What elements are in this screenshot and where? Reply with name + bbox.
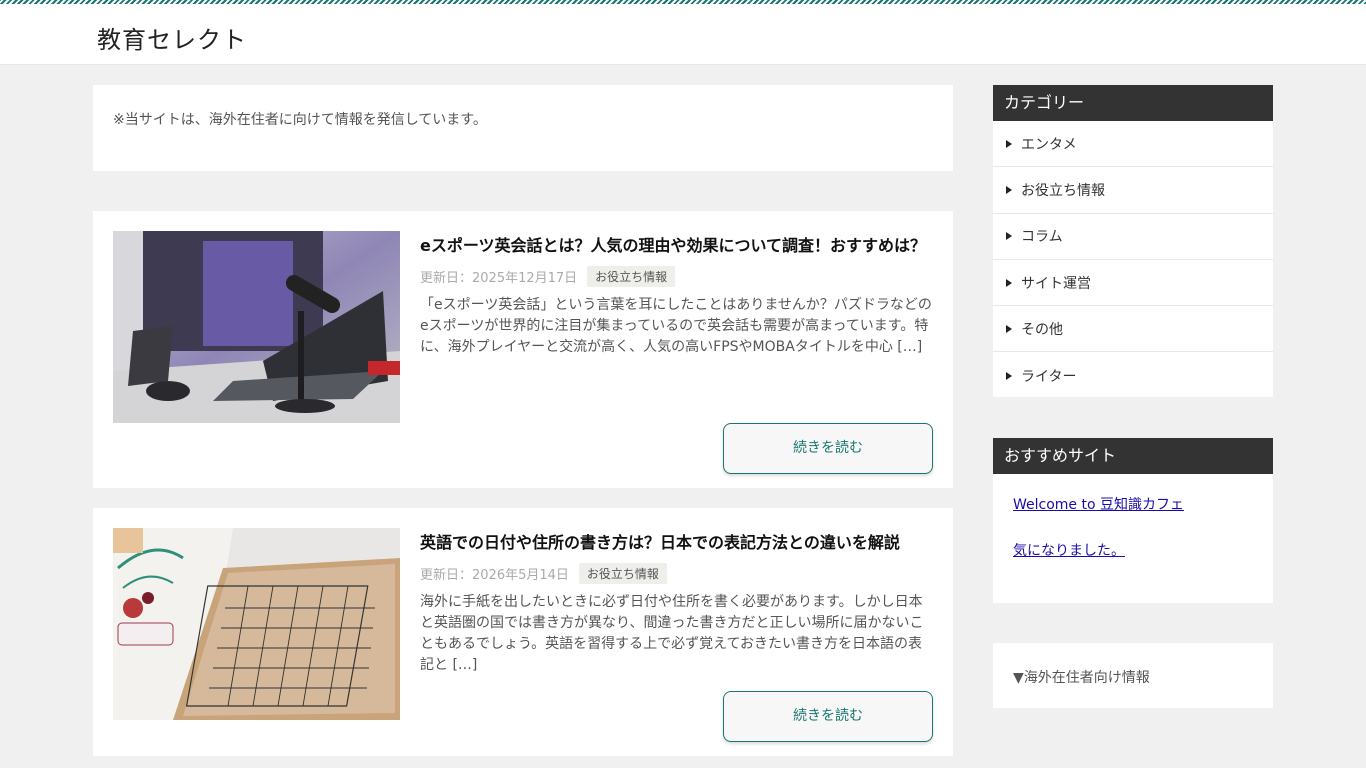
recommended-link-kininarimashita[interactable]: 気になりました。 [1013,540,1125,560]
notice-text: ※当サイトは、海外在住者に向けて情報を発信しています。 [113,112,487,128]
category-label: コラム [1021,229,1063,246]
category-item-writer[interactable]: ライター [993,352,1273,398]
category-label: サイト運営 [1021,275,1091,292]
site-title[interactable]: 教育セレクト [97,20,247,55]
calendar-notebook-image [113,528,400,720]
triangle-right-icon [1006,232,1012,241]
microphone-laptop-image [113,231,400,423]
triangle-right-icon [1006,139,1012,148]
site-notice: ※当サイトは、海外在住者に向けて情報を発信しています。 [93,85,953,171]
category-item-useful-info[interactable]: お役立ち情報 [993,167,1273,214]
article-date: 更新日：2025年12月17日 [420,271,578,286]
triangle-right-icon [1006,278,1012,287]
article-date: 更新日：2026年5月14日 [420,568,569,583]
triangle-right-icon [1006,371,1012,380]
read-more-button[interactable]: 続きを読む [723,691,933,742]
overseas-info-text: ▼海外在住者向け情報 [1013,670,1150,686]
category-list: エンタメ お役立ち情報 コラム サイト運営 その他 ライター [993,121,1273,399]
triangle-right-icon [1006,324,1012,333]
category-item-site-operation[interactable]: サイト運営 [993,260,1273,307]
category-item-column[interactable]: コラム [993,214,1273,260]
category-label: その他 [1021,321,1063,338]
article-meta: 更新日：2025年12月17日 お役立ち情報 [420,266,933,287]
recommended-link-mamechishiki-cafe[interactable]: Welcome to 豆知識カフェ [1013,494,1184,514]
article-excerpt: 海外に手紙を出したいときに必ず日付や住所を書く必要があります。しかし日本と英語圏… [420,594,924,673]
article-body: eスポーツ英会話とは？人気の理由や効果について調査！おすすめは？ 更新日：202… [420,231,933,358]
category-label: エンタメ [1021,136,1077,153]
article-meta: 更新日：2026年5月14日 お役立ち情報 [420,563,933,584]
overseas-info-widget: ▼海外在住者向け情報 [993,643,1273,708]
recommended-widget-heading: おすすめサイト [993,438,1273,474]
category-widget-heading: カテゴリー [993,85,1273,121]
recommended-sites-widget: おすすめサイト Welcome to 豆知識カフェ 気になりました。 [993,438,1273,603]
category-widget: カテゴリー エンタメ お役立ち情報 コラム サイト運営 その他 ライター [993,85,1273,397]
article-body: 英語での日付や住所の書き方は？日本での表記方法との違いを解説 更新日：2026年… [420,528,933,676]
triangle-right-icon [1006,185,1012,194]
article-category-tag[interactable]: お役立ち情報 [578,563,667,584]
article-title[interactable]: 英語での日付や住所の書き方は？日本での表記方法との違いを解説 [420,528,933,557]
article-category-tag[interactable]: お役立ち情報 [587,266,676,287]
category-label: お役立ち情報 [1021,182,1105,199]
article-thumbnail-esports[interactable] [113,231,400,423]
site-header: 教育セレクト [0,4,1366,65]
category-item-entertainment[interactable]: エンタメ [993,121,1273,168]
article-excerpt: 「eスポーツ英会話」という言葉を耳にしたことはありませんか？パズドラなどのeスポ… [420,297,932,355]
article-title[interactable]: eスポーツ英会話とは？人気の理由や効果について調査！おすすめは？ [420,231,933,260]
read-more-button[interactable]: 続きを読む [723,423,933,474]
article-card: eスポーツ英会話とは？人気の理由や効果について調査！おすすめは？ 更新日：202… [93,211,953,488]
article-card: 英語での日付や住所の書き方は？日本での表記方法との違いを解説 更新日：2026年… [93,508,953,756]
category-item-other[interactable]: その他 [993,306,1273,353]
article-thumbnail-calendar[interactable] [113,528,400,720]
category-label: ライター [1021,368,1077,385]
